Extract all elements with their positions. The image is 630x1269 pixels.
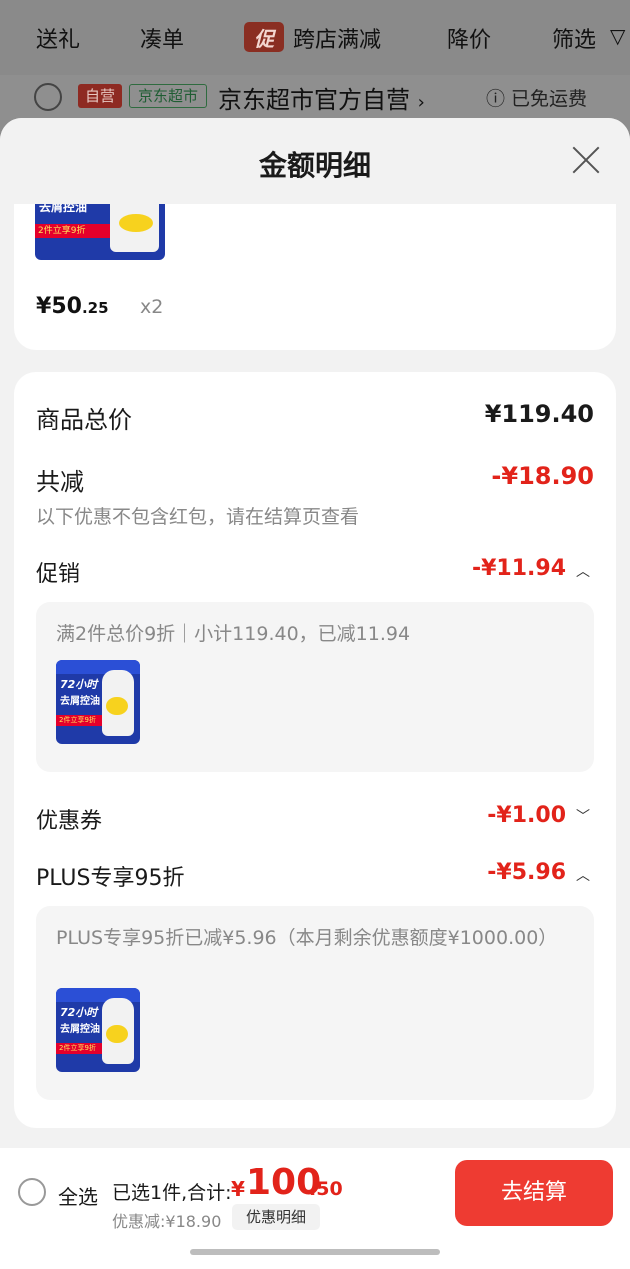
supermarket-badge: 京东超市 <box>129 84 207 108</box>
store-name-text: 京东超市官方自营 <box>218 86 410 114</box>
coupon-label[interactable]: 优惠券 <box>36 803 102 835</box>
checkout-bar: 全选 已选1件,合计: ¥ 100 .50 优惠减:¥18.90 优惠明细 去结… <box>0 1148 630 1269</box>
thumb-band: 2件立享9折 <box>35 224 113 238</box>
discount-summary: 优惠减:¥18.90 <box>112 1212 222 1231</box>
product-price: ¥50.25 <box>36 294 109 319</box>
thumb-band: 2件立享9折 <box>56 715 107 726</box>
amount-detail-sheet: 72小时 去屑控油 2件立享9折 ¥50.25 x2 金额明细 商品总价 ¥11… <box>0 118 630 1269</box>
filter-bar: 送礼 凑单 促 跨店满减 降价 筛选 ▽ <box>0 0 630 75</box>
promotion-detail-box: 满2件总价9折｜小计119.40，已减11.94 72小时 去屑控油 2件立享9… <box>36 602 594 772</box>
chevron-right-icon: › <box>417 92 425 113</box>
price-int: 50 <box>51 294 82 319</box>
reduce-value: -¥18.90 <box>491 462 594 490</box>
sheet-header: 金额明细 <box>0 118 630 204</box>
plus-label[interactable]: PLUS专享95折 <box>36 860 185 892</box>
selected-summary: 已选1件,合计: <box>112 1182 232 1204</box>
filter-price-drop[interactable]: 降价 <box>447 22 491 54</box>
chevron-up-icon[interactable]: ︿ <box>576 561 590 581</box>
thumb-band: 2件立享9折 <box>56 1043 107 1054</box>
store-name[interactable]: 京东超市官方自营 › <box>218 80 425 115</box>
select-all-label[interactable]: 全选 <box>58 1181 98 1210</box>
plus-value[interactable]: -¥5.96 <box>487 860 566 885</box>
plus-product-thumbnail: 72小时 去屑控油 2件立享9折 <box>56 988 140 1072</box>
thumb-text-anti-dandruff: 去屑控油 <box>60 696 100 707</box>
product-qty: x2 <box>140 296 164 318</box>
lemon-icon <box>119 214 153 233</box>
free-shipping-label: ⓘ 已免运费 <box>486 88 588 110</box>
promotion-detail-text: 满2件总价9折｜小计119.40，已减11.94 <box>56 623 411 645</box>
chevron-up-icon[interactable]: ︿ <box>576 865 590 885</box>
price-dec: .25 <box>81 299 109 317</box>
total-amount-dec: .50 <box>309 1178 343 1200</box>
filter-cross-store[interactable]: 跨店满减 <box>293 22 381 54</box>
thumb-text-anti-dandruff: 去屑控油 <box>60 1024 100 1035</box>
store-select-radio[interactable] <box>34 83 62 111</box>
checkout-button[interactable]: 去结算 <box>455 1160 613 1226</box>
filter-cou-dan[interactable]: 凑单 <box>140 22 184 54</box>
promotion-product-thumbnail: 72小时 去屑控油 2件立享9折 <box>56 660 140 744</box>
plus-detail-text: PLUS专享95折已减¥5.96（本月剩余优惠额度¥1000.00） <box>56 927 558 949</box>
ziying-badge: 自营 <box>78 84 122 108</box>
select-all-radio[interactable] <box>18 1178 46 1206</box>
discount-detail-button[interactable]: 优惠明细 <box>232 1204 320 1230</box>
plus-detail-box: PLUS专享95折已减¥5.96（本月剩余优惠额度¥1000.00） 72小时 … <box>36 906 594 1100</box>
reduce-label: 共减 <box>36 468 84 496</box>
filter-filter[interactable]: 筛选 <box>552 22 596 54</box>
coupon-value[interactable]: -¥1.00 <box>487 803 566 828</box>
promotion-value[interactable]: -¥11.94 <box>472 556 566 581</box>
total-currency: ¥ <box>231 1177 245 1201</box>
filter-gift[interactable]: 送礼 <box>36 22 80 54</box>
price-symbol: ¥ <box>36 294 52 319</box>
discount-note: 以下优惠不包含红包，请在结算页查看 <box>36 506 360 528</box>
total-label: 商品总价 <box>36 406 132 434</box>
thumb-text-72h: 72小时 <box>60 678 98 691</box>
funnel-icon: ▽ <box>610 24 626 48</box>
chevron-down-icon[interactable]: ﹀ <box>576 806 590 826</box>
home-indicator[interactable] <box>190 1249 440 1255</box>
sheet-title: 金额明细 <box>258 149 371 182</box>
promotion-label[interactable]: 促销 <box>36 556 80 588</box>
promo-icon: 促 <box>244 22 284 52</box>
total-value: ¥119.40 <box>484 400 594 428</box>
close-icon[interactable] <box>570 144 602 176</box>
thumb-text-72h: 72小时 <box>60 1006 98 1019</box>
